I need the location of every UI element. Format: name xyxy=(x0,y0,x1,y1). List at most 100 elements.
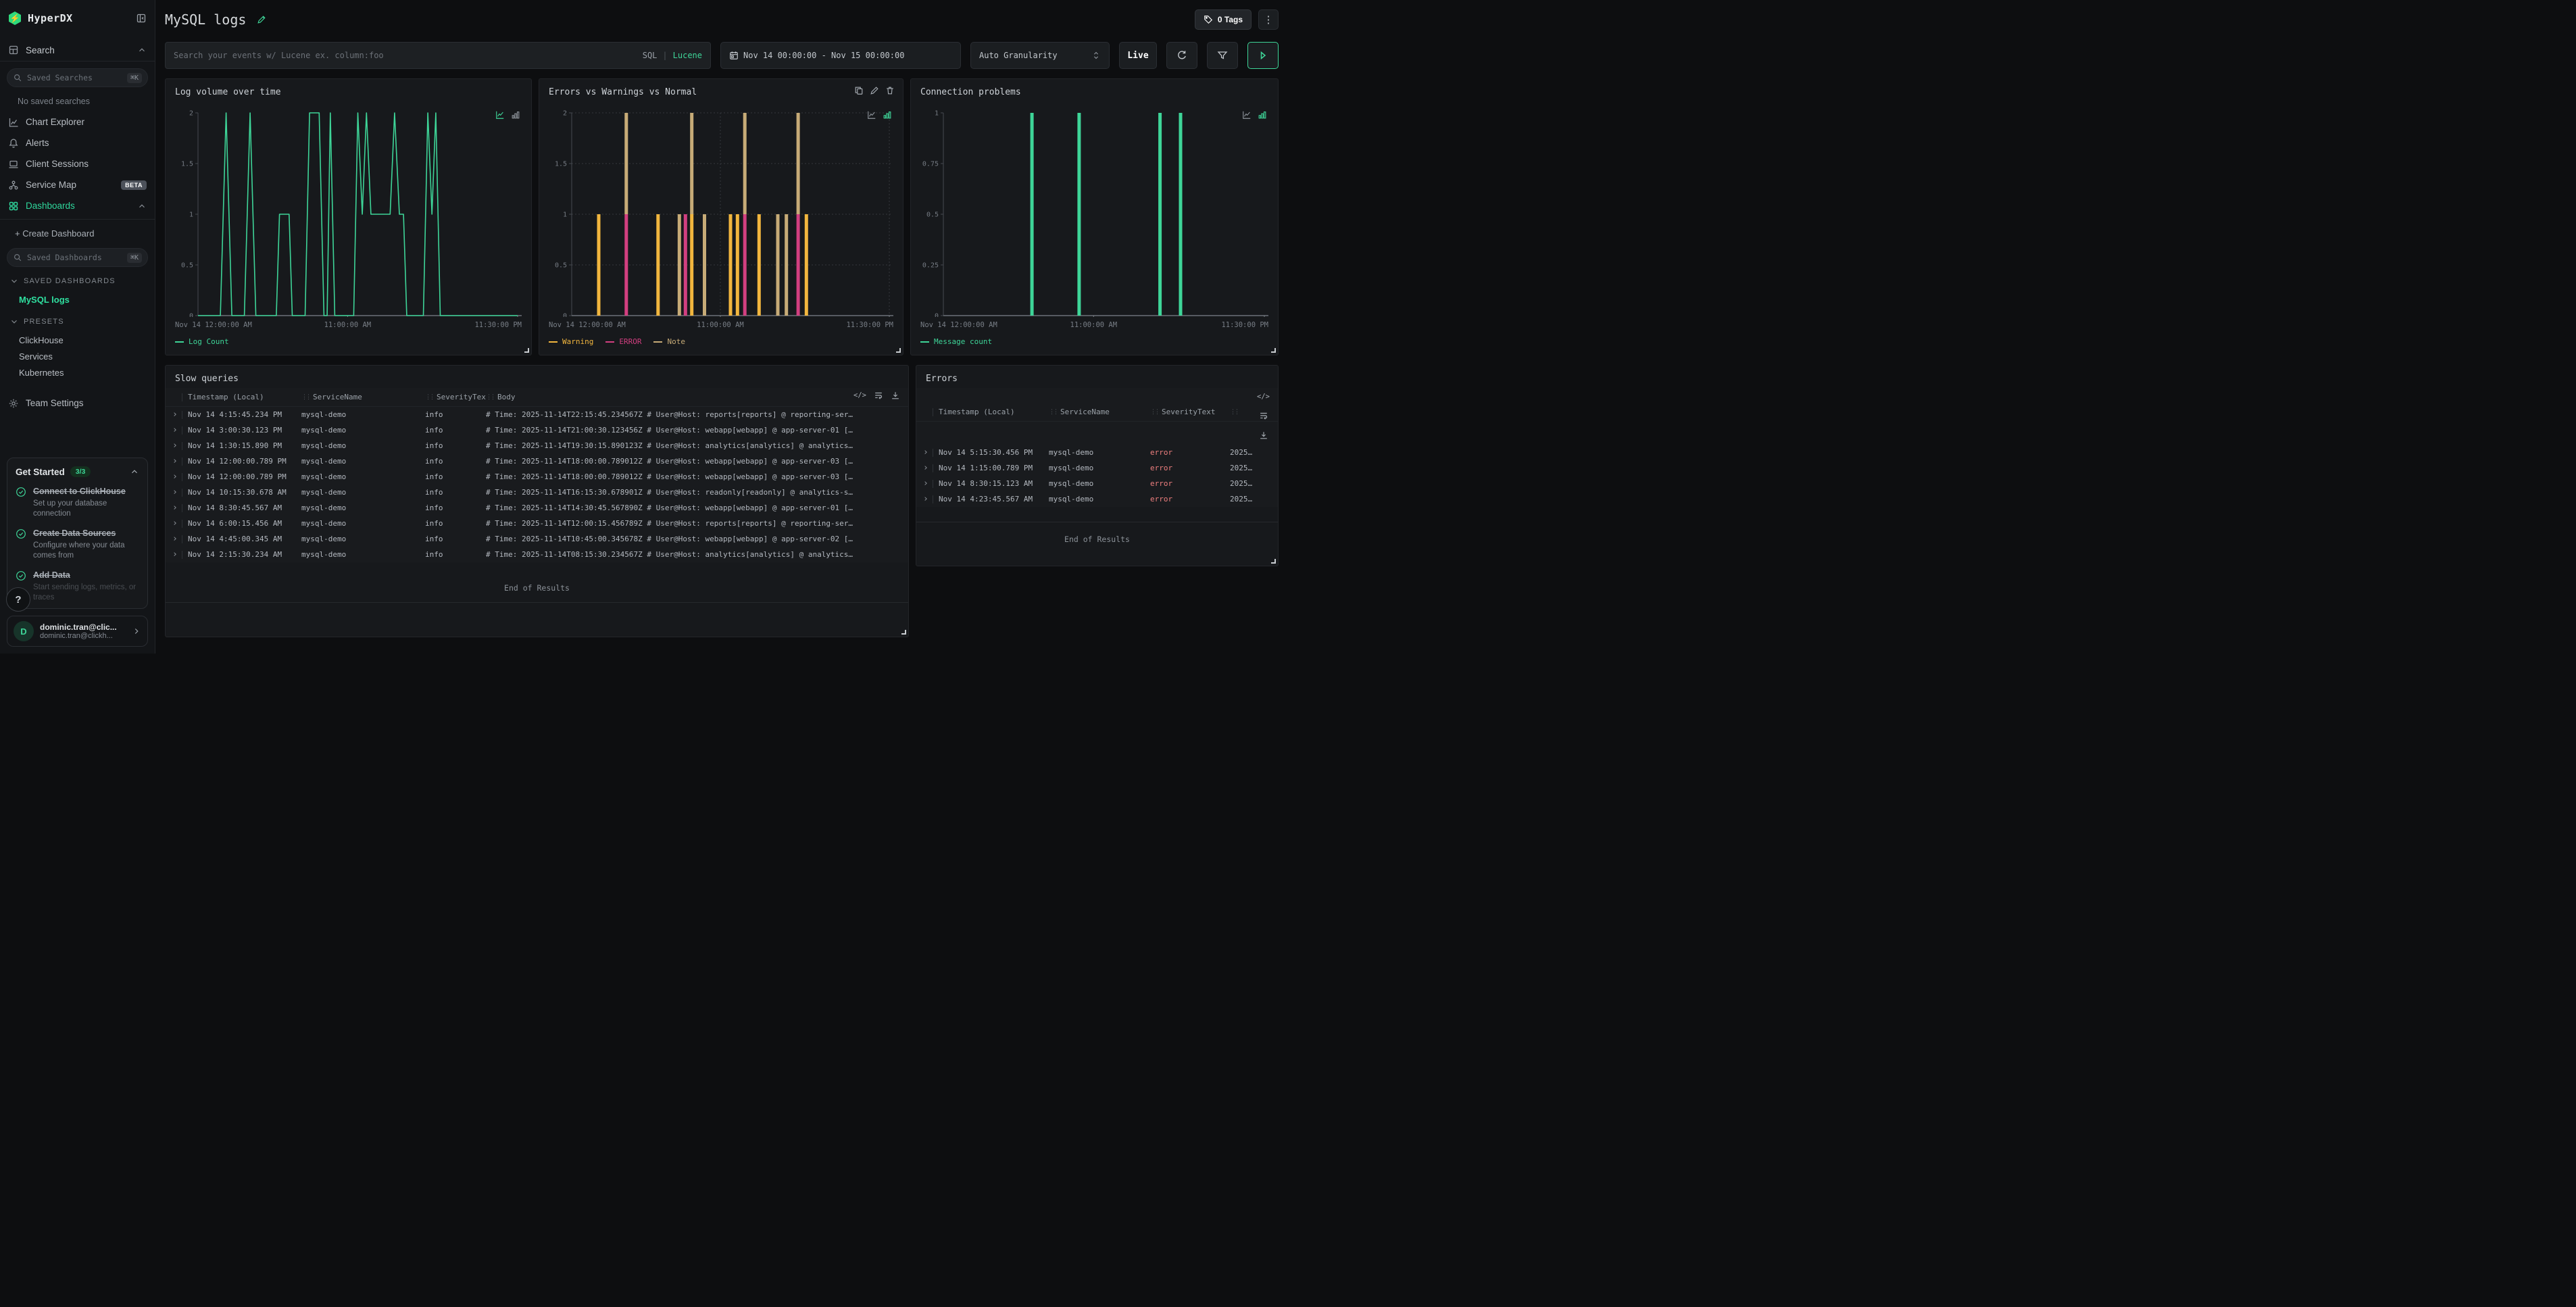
sidebar-item-search[interactable]: Search xyxy=(0,39,155,61)
sidebar-item-clickhouse[interactable]: ClickHouse xyxy=(0,332,155,348)
expand-row-icon[interactable]: › xyxy=(172,410,182,420)
download-icon[interactable] xyxy=(1259,430,1268,440)
get-started-step[interactable]: Add DataStart sending logs, metrics, or … xyxy=(16,569,139,603)
column-header-severitytext[interactable]: ⋮⋮SeverityText xyxy=(1150,408,1230,416)
line-view-toggle-icon[interactable] xyxy=(1242,110,1252,120)
saved-dashboards-field[interactable] xyxy=(27,253,122,262)
create-dashboard-button[interactable]: + Create Dashboard xyxy=(15,225,155,241)
chart-plot[interactable]: 00.250.50.751 xyxy=(920,110,1268,317)
sidebar-item-service-map[interactable]: Service Map BETA xyxy=(0,174,155,195)
resize-handle[interactable] xyxy=(1271,348,1276,353)
drag-handle-icon[interactable]: ⋮⋮ xyxy=(486,394,494,401)
chart-plot[interactable]: 00.511.52 xyxy=(175,110,522,317)
line-view-toggle-icon[interactable] xyxy=(867,110,876,120)
legend-item[interactable]: Warning xyxy=(549,337,593,346)
saved-searches-input[interactable]: ⌘K xyxy=(7,68,148,87)
chevron-up-icon[interactable] xyxy=(130,467,139,476)
live-button[interactable]: Live xyxy=(1119,42,1157,69)
sidebar-item-kubernetes[interactable]: Kubernetes xyxy=(0,364,155,380)
expand-row-icon[interactable]: › xyxy=(172,441,182,451)
sql-toggle[interactable]: SQL xyxy=(643,51,658,60)
drag-handle-icon[interactable]: ⋮⋮ xyxy=(1049,409,1057,416)
sidebar-item-team-settings[interactable]: Team Settings xyxy=(0,393,155,414)
drag-handle-icon[interactable]: ⋮⋮ xyxy=(1150,409,1158,416)
legend-item[interactable]: Message count xyxy=(920,337,992,346)
edit-title-icon[interactable] xyxy=(257,15,266,24)
table-row[interactable]: ›Nov 14 12:00:00.789 PMmysql-demoinfo# T… xyxy=(166,469,908,485)
event-search-input[interactable] xyxy=(174,51,643,60)
delete-chart-icon[interactable] xyxy=(885,86,895,95)
expand-row-icon[interactable]: › xyxy=(172,534,182,544)
duplicate-chart-icon[interactable] xyxy=(854,86,864,95)
drag-handle-icon[interactable]: ⋮⋮ xyxy=(301,394,309,401)
column-header-timestamp[interactable]: Timestamp (Local) xyxy=(188,393,301,401)
chevron-up-icon[interactable] xyxy=(137,45,147,55)
sidebar-item-client-sessions[interactable]: Client Sessions xyxy=(0,153,155,174)
sidebar-item-services[interactable]: Services xyxy=(0,348,155,364)
sidebar-item-dashboards[interactable]: Dashboards xyxy=(0,195,155,216)
granularity-select[interactable]: Auto Granularity xyxy=(970,42,1110,69)
expand-row-icon[interactable]: › xyxy=(923,463,933,473)
edit-chart-icon[interactable] xyxy=(870,86,879,95)
user-menu[interactable]: D dominic.tran@clic... dominic.tran@clic… xyxy=(7,616,148,647)
legend-item[interactable]: Note xyxy=(653,337,685,346)
expand-row-icon[interactable]: › xyxy=(172,487,182,497)
chart-plot[interactable]: 00.511.52 xyxy=(549,110,893,317)
help-button[interactable]: ? xyxy=(6,587,30,612)
table-row[interactable]: ›Nov 14 6:00:15.456 AMmysql-demoinfo# Ti… xyxy=(166,516,908,531)
legend-item[interactable]: Log Count xyxy=(175,337,229,346)
sidebar-item-chart-explorer[interactable]: Chart Explorer xyxy=(0,112,155,132)
table-row[interactable]: ›Nov 14 10:15:30.678 AMmysql-demoinfo# T… xyxy=(166,485,908,500)
bar-view-toggle-icon[interactable] xyxy=(1258,110,1267,120)
column-header-severitytext[interactable]: ⋮⋮SeverityText xyxy=(425,393,486,401)
column-header-body[interactable]: ⋮⋮Body xyxy=(486,393,901,401)
event-search[interactable]: SQL | Lucene xyxy=(165,42,711,69)
refresh-button[interactable] xyxy=(1166,42,1197,69)
wrap-lines-icon[interactable] xyxy=(1259,411,1268,420)
table-row[interactable]: ›Nov 14 4:15:45.234 PMmysql-demoinfo# Ti… xyxy=(166,407,908,422)
code-view-icon[interactable]: </> xyxy=(853,391,866,399)
legend-item[interactable]: ERROR xyxy=(605,337,641,346)
table-row[interactable]: ›Nov 14 1:15:00.789 PMmysql-demoerror202… xyxy=(916,460,1278,476)
expand-row-icon[interactable]: › xyxy=(172,549,182,560)
saved-searches-field[interactable] xyxy=(27,73,122,82)
table-row[interactable]: ›Nov 14 1:30:15.890 PMmysql-demoinfo# Ti… xyxy=(166,438,908,453)
code-view-icon[interactable]: </> xyxy=(1257,393,1270,401)
table-row[interactable]: ›Nov 14 4:45:00.345 AMmysql-demoinfo# Ti… xyxy=(166,531,908,547)
drag-handle-icon[interactable]: ⋮⋮ xyxy=(425,394,433,401)
table-row[interactable]: ›Nov 14 8:30:15.123 AMmysql-demoerror202… xyxy=(916,476,1278,491)
saved-dashboards-input[interactable]: ⌘K xyxy=(7,248,148,267)
run-query-button[interactable] xyxy=(1247,42,1279,69)
resize-handle[interactable] xyxy=(1271,559,1276,564)
expand-row-icon[interactable]: › xyxy=(923,478,933,489)
download-icon[interactable] xyxy=(891,391,900,400)
collapse-sidebar-icon[interactable] xyxy=(136,13,147,24)
table-row[interactable]: ›Nov 14 12:00:00.789 PMmysql-demoinfo# T… xyxy=(166,453,908,469)
table-row[interactable]: ›Nov 14 3:00:30.123 PMmysql-demoinfo# Ti… xyxy=(166,422,908,438)
tags-button[interactable]: 0 Tags xyxy=(1195,9,1252,30)
column-header-servicename[interactable]: ⋮⋮ServiceName xyxy=(1049,408,1150,416)
expand-row-icon[interactable]: › xyxy=(172,518,182,528)
resize-handle[interactable] xyxy=(524,348,529,353)
sidebar-item-mysql-logs[interactable]: MySQL logs xyxy=(0,291,155,307)
expand-row-icon[interactable]: › xyxy=(923,447,933,458)
section-saved-dashboards[interactable]: SAVED DASHBOARDS xyxy=(9,276,155,286)
expand-row-icon[interactable]: › xyxy=(923,494,933,504)
time-range-picker[interactable]: Nov 14 00:00:00 - Nov 15 00:00:00 xyxy=(720,42,961,69)
lucene-toggle[interactable]: Lucene xyxy=(673,51,702,60)
wrap-lines-icon[interactable] xyxy=(874,391,883,400)
expand-row-icon[interactable]: › xyxy=(172,456,182,466)
table-row[interactable]: ›Nov 14 8:30:45.567 AMmysql-demoinfo# Ti… xyxy=(166,500,908,516)
bar-view-toggle-icon[interactable] xyxy=(511,110,520,120)
chevron-up-icon[interactable] xyxy=(137,201,147,211)
column-header-timestamp[interactable]: Timestamp (Local) xyxy=(939,408,1049,416)
expand-row-icon[interactable]: › xyxy=(172,503,182,513)
line-view-toggle-icon[interactable] xyxy=(495,110,505,120)
resize-handle[interactable] xyxy=(896,348,901,353)
table-row[interactable]: ›Nov 14 5:15:30.456 PMmysql-demoerror202… xyxy=(916,445,1278,460)
drag-handle-icon[interactable]: ⋮⋮ xyxy=(1230,409,1238,416)
column-header-servicename[interactable]: ⋮⋮ServiceName xyxy=(301,393,425,401)
more-options-button[interactable]: ⋮ xyxy=(1258,9,1279,30)
get-started-step[interactable]: Connect to ClickHouseSet up your databas… xyxy=(16,485,139,519)
table-row[interactable]: ›Nov 14 2:15:30.234 AMmysql-demoinfo# Ti… xyxy=(166,547,908,562)
